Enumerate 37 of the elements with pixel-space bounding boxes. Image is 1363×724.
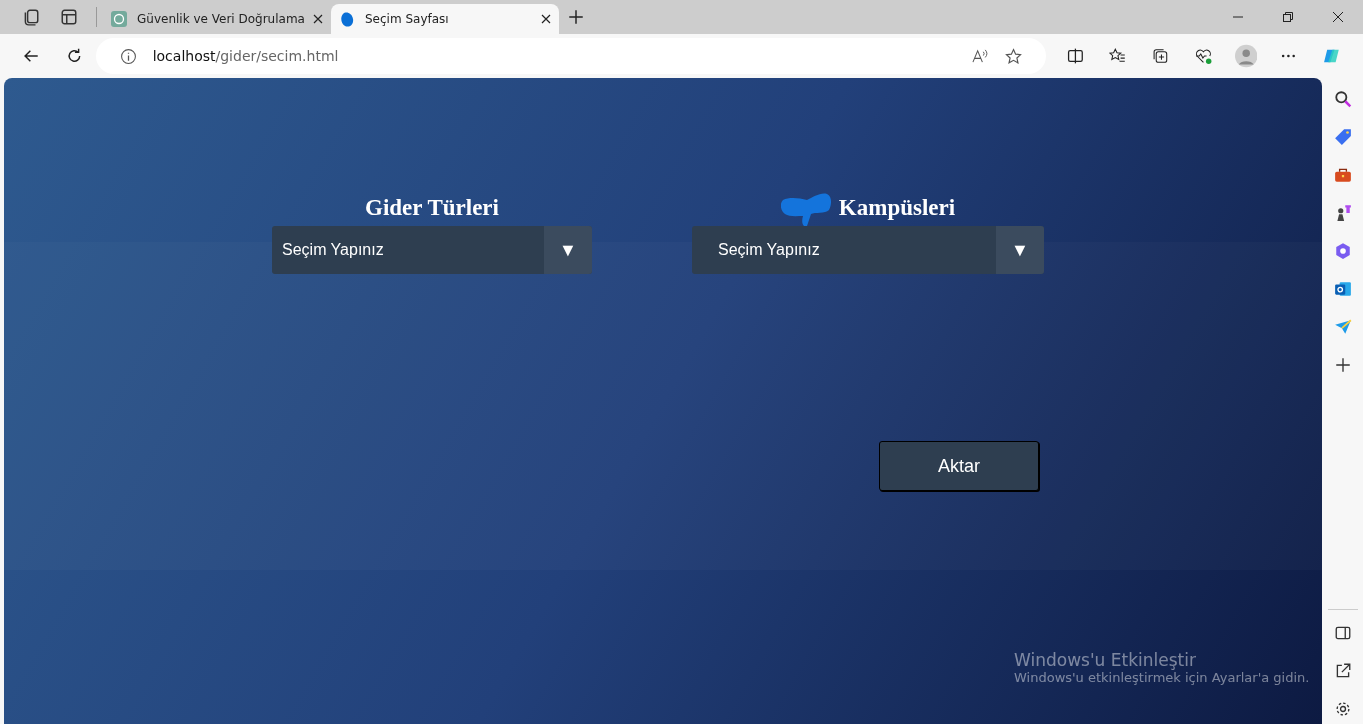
sidebar-panel-icon[interactable]	[1333, 624, 1352, 642]
tag-icon[interactable]	[1333, 128, 1352, 146]
tab-actions-icon[interactable]	[60, 8, 78, 26]
heartbeat-icon[interactable]	[1195, 47, 1212, 65]
close-icon[interactable]	[313, 14, 323, 24]
favorites-icon[interactable]	[1109, 47, 1127, 65]
close-icon[interactable]	[1333, 12, 1343, 22]
read-aloud-icon[interactable]	[971, 47, 989, 65]
field-label: Kampüsleri	[838, 195, 956, 221]
split-screen-icon[interactable]	[1066, 47, 1084, 65]
star-icon[interactable]	[1004, 47, 1022, 65]
browser-tab[interactable]: Seçim Sayfası	[331, 4, 559, 34]
add-icon[interactable]	[1333, 356, 1352, 374]
workspaces-icon[interactable]	[22, 8, 40, 26]
transfer-button[interactable]: Aktar	[879, 441, 1039, 491]
info-icon	[119, 47, 137, 65]
paper-plane-icon[interactable]	[1333, 318, 1352, 336]
dropdown[interactable]: Seçim Yapınız ▼	[272, 226, 592, 274]
close-icon[interactable]	[541, 14, 551, 24]
profile-avatar-icon[interactable]	[1234, 44, 1258, 68]
office-logo-icon[interactable]	[1333, 242, 1352, 260]
chat-logo-icon	[111, 11, 127, 27]
activation-text: Windows'u etkinleştirmek için Ayarlar'a gidin.	[1014, 670, 1310, 685]
dropdown[interactable]: Seçim Yapınız ▼	[692, 226, 1044, 274]
toolbox-icon[interactable]	[1333, 166, 1352, 184]
refresh-icon[interactable]	[65, 47, 83, 65]
activation-title: Windows'u Etkinleştir	[1014, 650, 1197, 670]
collections-icon[interactable]	[1152, 47, 1170, 65]
new-tab-icon[interactable]	[567, 8, 585, 26]
address-bar[interactable]: localhost/gider/secim.html	[95, 38, 1046, 74]
field-label: Gider Türleri	[365, 195, 499, 221]
mail-app-icon[interactable]	[1333, 280, 1352, 298]
search-icon[interactable]	[1333, 90, 1352, 108]
restore-icon[interactable]	[1283, 12, 1293, 22]
blob-icon	[339, 11, 355, 27]
copilot-icon[interactable]	[1323, 47, 1341, 65]
browser-tab[interactable]: Güvenlik ve Veri Doğrulama	[103, 4, 331, 34]
